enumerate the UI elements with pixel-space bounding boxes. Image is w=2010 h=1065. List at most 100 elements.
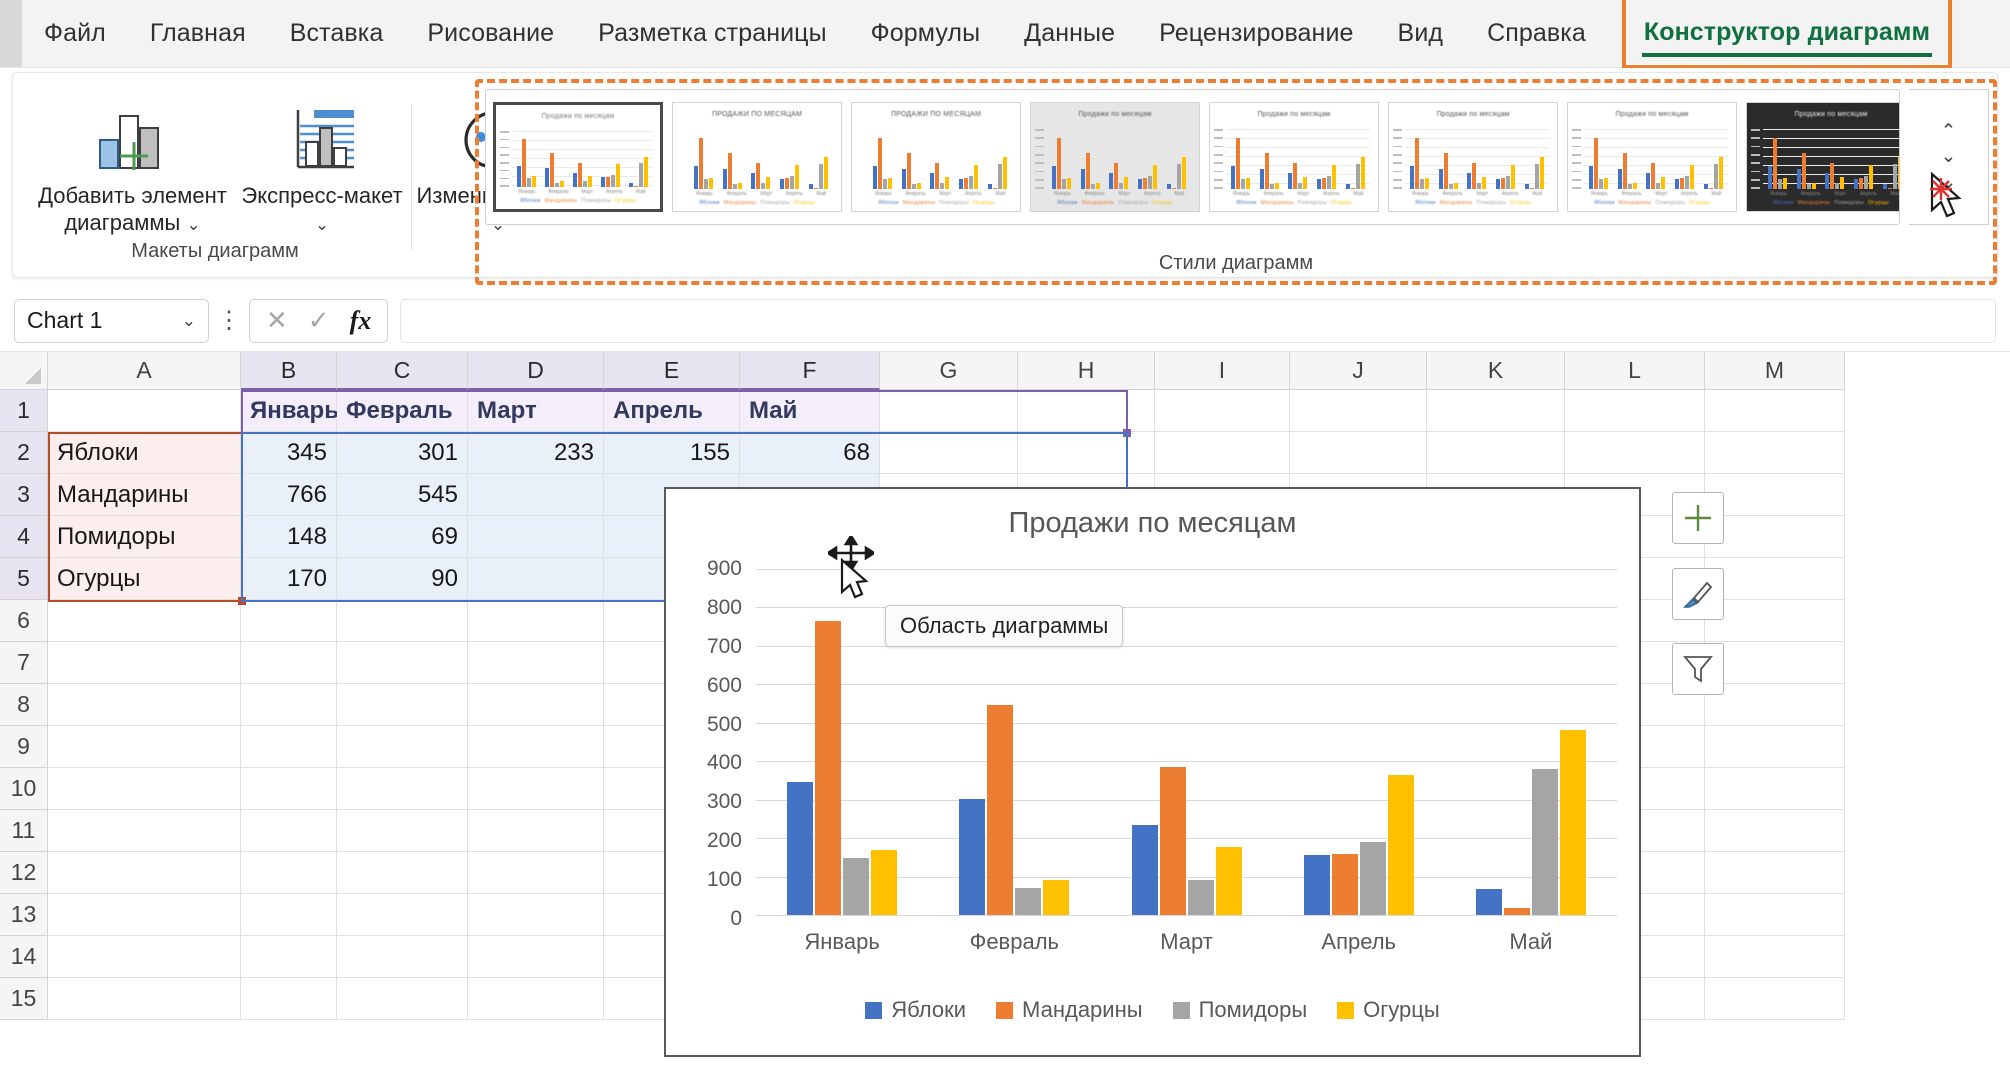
cell-D2[interactable]: 233 bbox=[468, 432, 604, 474]
cell-filler[interactable] bbox=[1705, 936, 1845, 978]
cell-D11[interactable] bbox=[468, 810, 604, 852]
tab-chart-design[interactable]: Конструктор диаграмм bbox=[1621, 0, 1953, 69]
column-header-A[interactable]: A bbox=[48, 352, 241, 390]
cancel-icon[interactable]: ✕ bbox=[266, 305, 288, 336]
cell-D14[interactable] bbox=[468, 936, 604, 978]
tab-data[interactable]: Данные bbox=[1002, 0, 1137, 68]
cell-filler[interactable] bbox=[1705, 474, 1845, 516]
column-header-J[interactable]: J bbox=[1290, 352, 1427, 390]
bar-Яблоки-Март[interactable] bbox=[1131, 825, 1158, 915]
cell-filler[interactable] bbox=[1705, 768, 1845, 810]
bar-Огурцы-Февраль[interactable] bbox=[1043, 880, 1070, 915]
bar-Помидоры-Май[interactable] bbox=[1531, 768, 1558, 915]
row-header-3[interactable]: 3 bbox=[0, 474, 48, 516]
cell-A15[interactable] bbox=[48, 978, 241, 1020]
chart-title[interactable]: Продажи по месяцам bbox=[666, 507, 1639, 540]
cell-B8[interactable] bbox=[241, 684, 337, 726]
cell-I2[interactable] bbox=[1155, 432, 1290, 474]
chart-style-thumbnail[interactable]: Продажи по месяцам Январь Февраль Март Апрел… bbox=[1746, 102, 1899, 212]
chart-style-thumbnail[interactable]: Продажи по месяцам Январь Февраль Март Апрел… bbox=[493, 102, 663, 212]
cell-filler[interactable] bbox=[1705, 894, 1845, 936]
cell-filler[interactable] bbox=[1705, 432, 1845, 474]
confirm-icon[interactable]: ✓ bbox=[308, 305, 330, 336]
cell-D8[interactable] bbox=[468, 684, 604, 726]
cell-C9[interactable] bbox=[337, 726, 468, 768]
cell-filler[interactable] bbox=[1705, 600, 1845, 642]
cell-A13[interactable] bbox=[48, 894, 241, 936]
cell-K1[interactable] bbox=[1427, 390, 1565, 432]
legend-item-Яблоки[interactable]: Яблоки bbox=[865, 997, 966, 1023]
legend-item-Огурцы[interactable]: Огурцы bbox=[1337, 997, 1440, 1023]
bar-Яблоки-Февраль[interactable] bbox=[959, 799, 986, 915]
tab-insert[interactable]: Вставка bbox=[268, 0, 406, 68]
cell-C4[interactable]: 69 bbox=[337, 516, 468, 558]
cell-B6[interactable] bbox=[241, 600, 337, 642]
column-header-G[interactable]: G bbox=[880, 352, 1018, 390]
cell-B5[interactable]: 170 bbox=[241, 558, 337, 600]
chart-styles-button[interactable] bbox=[1672, 568, 1724, 620]
tab-file[interactable]: Файл bbox=[22, 0, 128, 68]
cell-E1[interactable]: Апрель bbox=[604, 390, 740, 432]
column-header-I[interactable]: I bbox=[1155, 352, 1290, 390]
cell-F2[interactable]: 68 bbox=[740, 432, 880, 474]
insert-function-icon[interactable]: fx bbox=[350, 306, 372, 336]
bar-Огурцы-Май[interactable] bbox=[1559, 730, 1586, 915]
cell-A3[interactable]: Мандарины bbox=[48, 474, 241, 516]
cell-H1[interactable] bbox=[1018, 390, 1155, 432]
cell-C3[interactable]: 545 bbox=[337, 474, 468, 516]
bar-Мандарины-Апрель[interactable] bbox=[1331, 853, 1358, 915]
cell-D9[interactable] bbox=[468, 726, 604, 768]
cell-C6[interactable] bbox=[337, 600, 468, 642]
cell-C10[interactable] bbox=[337, 768, 468, 810]
name-box[interactable]: Chart 1 ⌄ bbox=[14, 298, 209, 343]
cell-C7[interactable] bbox=[337, 642, 468, 684]
cell-filler[interactable] bbox=[1705, 978, 1845, 1020]
gallery-scroll-down-icon[interactable]: ⌄ bbox=[1941, 144, 1957, 170]
cell-D15[interactable] bbox=[468, 978, 604, 1020]
cell-B14[interactable] bbox=[241, 936, 337, 978]
cell-D5[interactable] bbox=[468, 558, 604, 600]
cell-C1[interactable]: Февраль bbox=[337, 390, 468, 432]
gallery-scroll-up-icon[interactable]: ⌃ bbox=[1941, 119, 1957, 145]
cell-A6[interactable] bbox=[48, 600, 241, 642]
chart-styles-gallery[interactable]: Продажи по месяцам Январь Февраль Март Апрел… bbox=[485, 89, 1900, 225]
chart-style-thumbnail[interactable]: Продажи по месяцам Январь Февраль Март Апрел… bbox=[1030, 102, 1200, 212]
column-header-F[interactable]: F bbox=[740, 352, 880, 390]
cell-C12[interactable] bbox=[337, 852, 468, 894]
bar-Яблоки-Январь[interactable] bbox=[787, 782, 814, 915]
tab-help[interactable]: Справка bbox=[1465, 0, 1608, 68]
row-header-15[interactable]: 15 bbox=[0, 978, 48, 1020]
column-header-E[interactable]: E bbox=[604, 352, 740, 390]
cell-B9[interactable] bbox=[241, 726, 337, 768]
select-all-corner[interactable] bbox=[0, 352, 48, 390]
cell-B11[interactable] bbox=[241, 810, 337, 852]
cell-G1[interactable] bbox=[880, 390, 1018, 432]
cell-B10[interactable] bbox=[241, 768, 337, 810]
cell-C14[interactable] bbox=[337, 936, 468, 978]
quick-layout-button[interactable]: Экспресс-макет ⌄ bbox=[237, 97, 407, 247]
cell-A14[interactable] bbox=[48, 936, 241, 978]
cell-filler[interactable] bbox=[1705, 558, 1845, 600]
cell-B15[interactable] bbox=[241, 978, 337, 1020]
cell-C5[interactable]: 90 bbox=[337, 558, 468, 600]
cell-filler[interactable] bbox=[1705, 390, 1845, 432]
tab-home[interactable]: Главная bbox=[128, 0, 268, 68]
cell-B1[interactable]: Январь bbox=[241, 390, 339, 432]
cell-D12[interactable] bbox=[468, 852, 604, 894]
column-header-B[interactable]: B bbox=[241, 352, 337, 390]
tab-draw[interactable]: Рисование bbox=[405, 0, 576, 68]
chart-elements-button[interactable] bbox=[1672, 492, 1724, 544]
cell-A10[interactable] bbox=[48, 768, 241, 810]
cell-filler[interactable] bbox=[1565, 432, 1705, 474]
row-header-2[interactable]: 2 bbox=[0, 432, 48, 474]
cell-A8[interactable] bbox=[48, 684, 241, 726]
cell-B2[interactable]: 345 bbox=[241, 432, 337, 474]
chart-object[interactable]: Продажи по месяцам 900 800 700 600 500 400 300… bbox=[664, 487, 1641, 1057]
tab-review[interactable]: Рецензирование bbox=[1137, 0, 1375, 68]
cell-A7[interactable] bbox=[48, 642, 241, 684]
cell-B12[interactable] bbox=[241, 852, 337, 894]
row-header-5[interactable]: 5 bbox=[0, 558, 48, 600]
row-header-14[interactable]: 14 bbox=[0, 936, 48, 978]
cell-A12[interactable] bbox=[48, 852, 241, 894]
cell-filler[interactable] bbox=[1705, 516, 1845, 558]
